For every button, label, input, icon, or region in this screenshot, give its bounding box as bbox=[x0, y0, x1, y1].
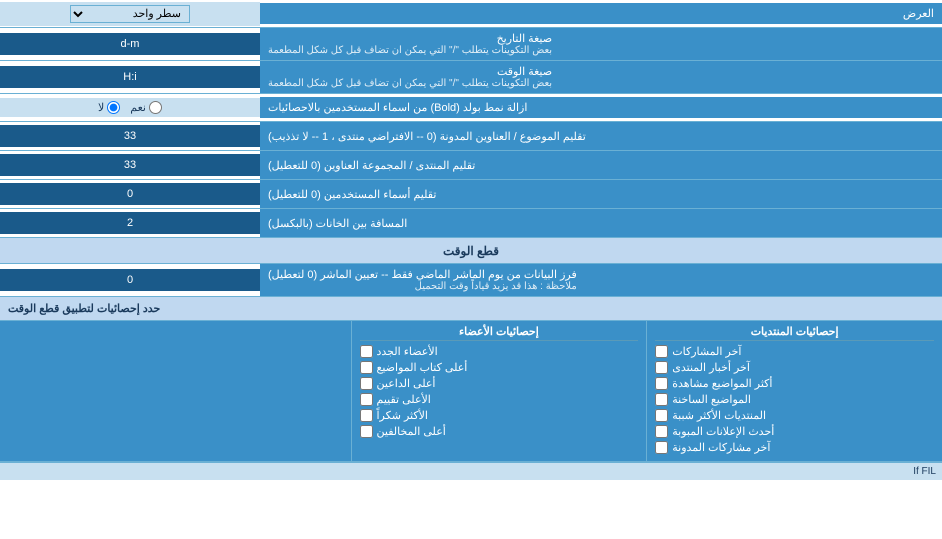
usernames-input[interactable]: 0 bbox=[6, 188, 254, 200]
stats-members-item-0: الأعضاء الجدد bbox=[360, 345, 639, 358]
stats-posts-item-3: المواضيع الساخنة bbox=[655, 393, 934, 406]
stats-posts-checkbox-4[interactable] bbox=[655, 409, 668, 422]
columns-spacing-row: المسافة بين الخانات (بالبكسل) 2 bbox=[0, 209, 942, 238]
stats-posts-checkbox-0[interactable] bbox=[655, 345, 668, 358]
stats-members-item-5: أعلى المخالفين bbox=[360, 425, 639, 438]
date-format-input-container: d-m bbox=[0, 33, 260, 55]
bold-yes-label[interactable]: نعم bbox=[130, 101, 162, 114]
stats-members-checkbox-3[interactable] bbox=[360, 393, 373, 406]
time-format-input[interactable]: H:i bbox=[6, 71, 254, 83]
bottom-text: If FIL bbox=[0, 462, 942, 480]
date-format-row: صيغة التاريخ بعض التكوينات يتطلب "/" الت… bbox=[0, 28, 942, 61]
bold-label: ازالة نمط بولد (Bold) من اسماء المستخدمي… bbox=[260, 97, 942, 118]
stats-posts-checkbox-1[interactable] bbox=[655, 361, 668, 374]
stats-members-checkbox-2[interactable] bbox=[360, 377, 373, 390]
time-cut-input-container: 0 bbox=[0, 269, 260, 291]
columns-spacing-input[interactable]: 2 bbox=[6, 217, 254, 229]
display-row: العرض سطر واحد bbox=[0, 0, 942, 28]
stats-grid: إحصائيات المنتديات آخر المشاركات آخر أخب… bbox=[0, 321, 942, 462]
columns-spacing-input-container: 2 bbox=[0, 212, 260, 234]
time-format-row: صيغة الوقت بعض التكوينات يتطلب "/" التي … bbox=[0, 61, 942, 94]
columns-spacing-label: المسافة بين الخانات (بالبكسل) bbox=[260, 209, 942, 237]
bold-no-label[interactable]: لا bbox=[98, 101, 120, 114]
stats-members-checkbox-5[interactable] bbox=[360, 425, 373, 438]
stats-members-item-2: أعلى الداعين bbox=[360, 377, 639, 390]
usernames-input-container: 0 bbox=[0, 183, 260, 205]
display-input-container: سطر واحد bbox=[0, 2, 260, 26]
forum-group-label: تقليم المنتدى / المجموعة العناوين (0 للت… bbox=[260, 151, 942, 179]
stats-posts-item-1: آخر أخبار المنتدى bbox=[655, 361, 934, 374]
bold-no-radio[interactable] bbox=[107, 101, 120, 114]
topics-addresses-input[interactable]: 33 bbox=[6, 130, 254, 142]
forum-group-row: تقليم المنتدى / المجموعة العناوين (0 للت… bbox=[0, 151, 942, 180]
time-cut-row: فرز البيانات من يوم الماشر الماضي فقط --… bbox=[0, 264, 942, 297]
bold-radio-container: نعم لا bbox=[0, 98, 260, 117]
stats-posts-checkbox-5[interactable] bbox=[655, 425, 668, 438]
display-label: العرض bbox=[260, 3, 942, 24]
time-format-label: صيغة الوقت بعض التكوينات يتطلب "/" التي … bbox=[260, 61, 942, 93]
stats-posts-checkbox-6[interactable] bbox=[655, 441, 668, 454]
stats-posts-col: إحصائيات المنتديات آخر المشاركات آخر أخب… bbox=[646, 321, 942, 461]
stats-members-item-3: الأعلى تقييم bbox=[360, 393, 639, 406]
stats-empty-col bbox=[0, 321, 351, 461]
stats-members-checkbox-0[interactable] bbox=[360, 345, 373, 358]
usernames-label: تقليم أسماء المستخدمين (0 للتعطيل) bbox=[260, 180, 942, 208]
date-format-label: صيغة التاريخ بعض التكوينات يتطلب "/" الت… bbox=[260, 28, 942, 60]
stats-posts-item-4: المنتديات الأكثر شببة bbox=[655, 409, 934, 422]
stats-members-item-1: أعلى كتاب المواضيع bbox=[360, 361, 639, 374]
display-select[interactable]: سطر واحد bbox=[70, 5, 190, 23]
topics-addresses-row: تقليم الموضوع / العناوين المدونة (0 -- ا… bbox=[0, 122, 942, 151]
stats-members-checkbox-1[interactable] bbox=[360, 361, 373, 374]
time-cut-input[interactable]: 0 bbox=[6, 274, 254, 286]
date-format-input[interactable]: d-m bbox=[6, 38, 254, 50]
forum-group-input[interactable]: 33 bbox=[6, 159, 254, 171]
stats-posts-item-2: أكثر المواضيع مشاهدة bbox=[655, 377, 934, 390]
stats-posts-checkbox-3[interactable] bbox=[655, 393, 668, 406]
stats-posts-item-6: آخر مشاركات المدونة bbox=[655, 441, 934, 454]
stats-members-title: إحصائيات الأعضاء bbox=[360, 325, 639, 341]
stats-posts-item-5: أحدث الإعلانات المبوبة bbox=[655, 425, 934, 438]
stats-posts-title: إحصائيات المنتديات bbox=[655, 325, 934, 341]
bold-yes-radio[interactable] bbox=[149, 101, 162, 114]
stats-members-col: إحصائيات الأعضاء الأعضاء الجدد أعلى كتاب… bbox=[351, 321, 647, 461]
time-cut-section-header: قطع الوقت bbox=[0, 238, 942, 264]
forum-group-input-container: 33 bbox=[0, 154, 260, 176]
usernames-row: تقليم أسماء المستخدمين (0 للتعطيل) 0 bbox=[0, 180, 942, 209]
stats-members-item-4: الأكثر شكراً bbox=[360, 409, 639, 422]
topics-addresses-label: تقليم الموضوع / العناوين المدونة (0 -- ا… bbox=[260, 122, 942, 150]
topics-addresses-input-container: 33 bbox=[0, 125, 260, 147]
time-format-input-container: H:i bbox=[0, 66, 260, 88]
stats-members-checkbox-4[interactable] bbox=[360, 409, 373, 422]
stats-posts-checkbox-2[interactable] bbox=[655, 377, 668, 390]
bold-row: ازالة نمط بولد (Bold) من اسماء المستخدمي… bbox=[0, 94, 942, 122]
stats-apply-row: حدد إحصائيات لتطبيق قطع الوقت bbox=[0, 297, 942, 321]
time-cut-label: فرز البيانات من يوم الماشر الماضي فقط --… bbox=[260, 264, 942, 296]
stats-posts-item-0: آخر المشاركات bbox=[655, 345, 934, 358]
